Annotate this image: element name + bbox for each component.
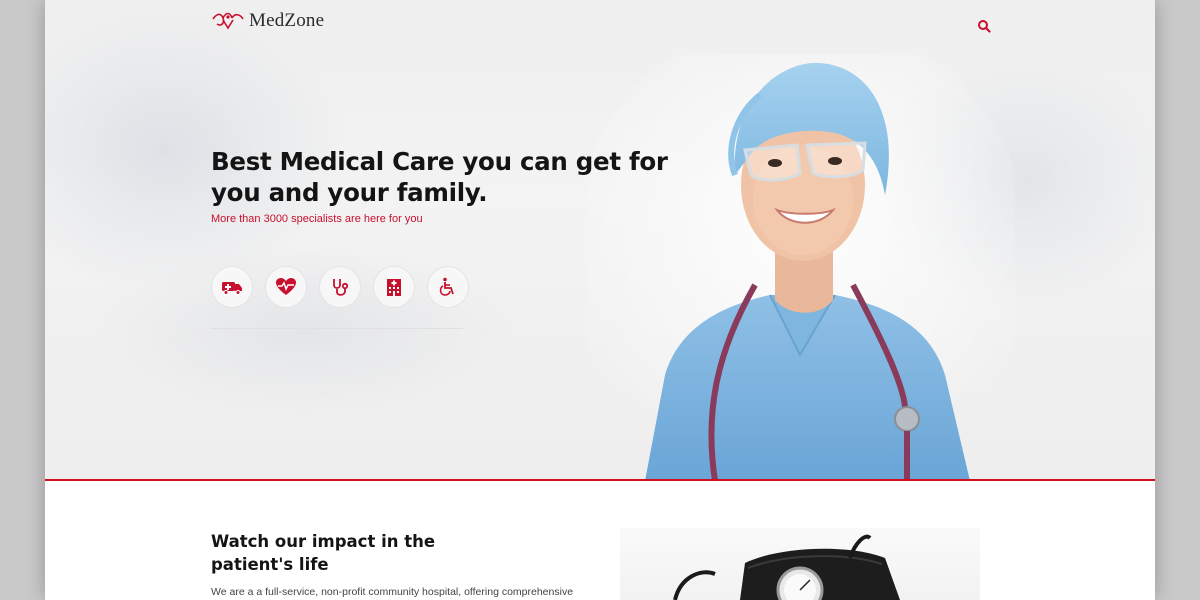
page-frame: MedZone Best Medical Care you can get fo… xyxy=(45,0,1155,600)
feature-stethoscope[interactable] xyxy=(319,266,361,308)
brand-name: MedZone xyxy=(249,10,325,31)
hospital-icon xyxy=(387,279,401,296)
feature-ambulance[interactable] xyxy=(211,266,253,308)
hero-title: Best Medical Care you can get for you an… xyxy=(211,147,668,207)
divider xyxy=(211,328,463,329)
feature-heartbeat[interactable] xyxy=(265,266,307,308)
logo-mark-icon xyxy=(212,12,244,30)
nurse-image xyxy=(585,55,1015,481)
blood-pressure-monitor-image xyxy=(673,534,900,600)
logo[interactable]: MedZone xyxy=(211,10,324,32)
feature-hospital[interactable] xyxy=(373,266,415,308)
hero-section: MedZone Best Medical Care you can get fo… xyxy=(45,0,1155,481)
feature-icons xyxy=(211,266,469,308)
hero-subtitle: More than 3000 specialists are here for … xyxy=(211,213,423,225)
impact-title: Watch our impact in the patient's life xyxy=(211,532,436,574)
hero-divider-line xyxy=(45,479,1155,481)
stethoscope-icon xyxy=(333,279,349,296)
heartbeat-icon xyxy=(276,278,296,295)
wheelchair-icon xyxy=(439,277,454,296)
feature-wheelchair[interactable] xyxy=(427,266,469,308)
search-icon[interactable] xyxy=(977,19,991,33)
ambulance-icon xyxy=(222,282,242,295)
impact-text: We are a a full-service, non-profit comm… xyxy=(211,586,574,598)
